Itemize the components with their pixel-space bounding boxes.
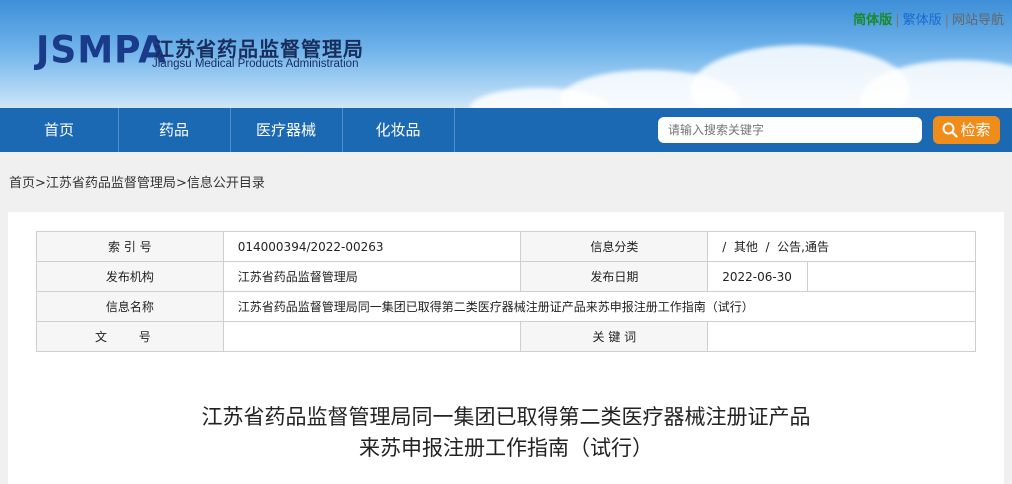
sitemap-link[interactable]: 网站导航 bbox=[952, 9, 1004, 28]
article-title: 江苏省药品监督管理局同一集团已取得第二类医疗器械注册证产品 来苏申报注册工作指南… bbox=[8, 402, 1004, 464]
nav-item-cosmetics[interactable]: 化妆品 bbox=[342, 108, 455, 152]
category-value: / 其他 / 公告,通告 bbox=[707, 231, 976, 262]
publisher-value: 江苏省药品监督管理局 bbox=[222, 261, 522, 292]
breadcrumb-level2[interactable]: 信息公开目录 bbox=[187, 176, 265, 191]
empty-cell bbox=[807, 261, 976, 292]
info-table: 索 引 号 014000394/2022-00263 信息分类 / 其他 / 公… bbox=[36, 231, 977, 352]
top-links: 简体版 | 繁体版 | 网站导航 bbox=[853, 9, 1004, 28]
search-button-label: 检索 bbox=[960, 121, 991, 139]
nav-item-home[interactable]: 首页 bbox=[0, 108, 119, 152]
site-header: JSMPA 江苏省药品监督管理局 Jiangsu Medical Product… bbox=[0, 0, 1012, 108]
traditional-link[interactable]: 繁体版 bbox=[903, 9, 942, 28]
breadcrumb-level1[interactable]: 江苏省药品监督管理局 bbox=[46, 176, 176, 191]
content-panel: 索 引 号 014000394/2022-00263 信息分类 / 其他 / 公… bbox=[8, 212, 1004, 484]
article-title-line1: 江苏省药品监督管理局同一集团已取得第二类医疗器械注册证产品 bbox=[201, 405, 811, 429]
breadcrumb: 首页>江苏省药品监督管理局>信息公开目录 bbox=[9, 172, 265, 191]
breadcrumb-home[interactable]: 首页 bbox=[9, 176, 35, 191]
site-logo[interactable]: JSMPA bbox=[36, 29, 167, 72]
nav-item-drugs[interactable]: 药品 bbox=[118, 108, 231, 152]
index-label: 索 引 号 bbox=[36, 231, 224, 262]
keywords-label: 关 键 词 bbox=[520, 321, 709, 352]
site-name-en: Jiangsu Medical Products Administration bbox=[152, 58, 359, 70]
nav-item-devices[interactable]: 医疗器械 bbox=[230, 108, 343, 152]
breadcrumb-separator: > bbox=[35, 176, 46, 191]
publisher-label: 发布机构 bbox=[36, 261, 224, 292]
docno-value bbox=[222, 321, 522, 352]
index-value: 014000394/2022-00263 bbox=[222, 231, 522, 262]
table-row: 索 引 号 014000394/2022-00263 信息分类 / 其他 / 公… bbox=[36, 231, 976, 262]
keywords-value bbox=[707, 321, 976, 352]
link-separator: | bbox=[895, 13, 900, 28]
table-row: 信息名称 江苏省药品监督管理局同一集团已取得第二类医疗器械注册证产品来苏申报注册… bbox=[36, 291, 977, 322]
article-title-line2: 来苏申报注册工作指南（试行） bbox=[359, 436, 653, 460]
docno-label: 文 号 bbox=[36, 321, 224, 352]
search-input[interactable] bbox=[658, 117, 922, 143]
date-value: 2022-06-30 bbox=[707, 261, 809, 292]
category-label: 信息分类 bbox=[520, 231, 709, 262]
breadcrumb-separator: > bbox=[175, 176, 187, 191]
table-row: 发布机构 江苏省药品监督管理局 发布日期 2022-06-30 bbox=[36, 261, 976, 292]
name-label: 信息名称 bbox=[36, 291, 224, 322]
simplified-link[interactable]: 简体版 bbox=[853, 9, 892, 28]
date-label: 发布日期 bbox=[520, 261, 709, 292]
search-button[interactable]: 检索 bbox=[933, 116, 1000, 144]
link-separator: | bbox=[944, 13, 949, 28]
search-icon bbox=[942, 122, 959, 138]
name-value: 江苏省药品监督管理局同一集团已取得第二类医疗器械注册证产品来苏申报注册工作指南（… bbox=[222, 291, 977, 322]
table-row: 文 号 关 键 词 bbox=[36, 321, 976, 352]
